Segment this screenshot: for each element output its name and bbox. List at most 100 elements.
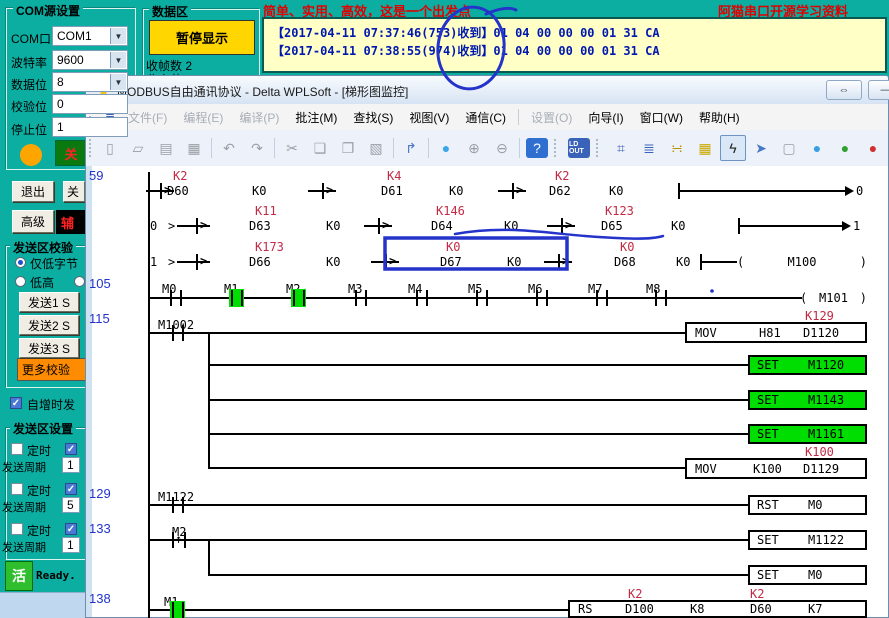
- com-field-value[interactable]: 0: [52, 94, 128, 114]
- menu-W[interactable]: 窗口(W): [632, 106, 691, 129]
- active-button[interactable]: 活: [5, 561, 33, 591]
- menu-S[interactable]: 查找(S): [345, 106, 401, 129]
- help-icon[interactable]: ?: [526, 138, 548, 158]
- undo-icon[interactable]: ↶: [216, 135, 242, 161]
- timer-checkbox[interactable]: [11, 523, 23, 535]
- period-label: 发送周期: [2, 459, 46, 475]
- send-button-1[interactable]: 发送1 S: [19, 292, 79, 312]
- advanced-button[interactable]: 高级: [12, 210, 54, 233]
- sfc-view-icon-glyph: ∺: [671, 140, 683, 157]
- timer-label: 定时: [27, 522, 51, 539]
- instruction-view-icon[interactable]: ≣: [636, 135, 662, 161]
- ld-out-icon[interactable]: LD OUT: [568, 138, 590, 158]
- monitor-toggle-icon[interactable]: ϟ: [720, 135, 746, 161]
- exit-button[interactable]: 退出: [12, 181, 54, 202]
- save-icon[interactable]: ▤: [153, 135, 179, 161]
- period-value-input[interactable]: 5: [62, 497, 80, 513]
- timer-checkbox-2[interactable]: ✓: [65, 483, 77, 495]
- zoom-window-icon-glyph: ●: [442, 140, 450, 156]
- com-field-label: 波特率: [11, 54, 47, 71]
- radio-third-partial[interactable]: [74, 276, 85, 287]
- undo-icon-glyph: ↶: [223, 140, 235, 157]
- network-icon[interactable]: ●: [832, 135, 858, 161]
- send-button-2[interactable]: 发送2 S: [19, 315, 79, 335]
- com-field-value[interactable]: 1: [52, 117, 128, 137]
- send-settings-title: 发送区设置: [10, 420, 76, 437]
- more-checksum-button[interactable]: 更多校验: [17, 358, 89, 381]
- close-button-2[interactable]: 关: [63, 181, 85, 202]
- period-value-input[interactable]: 1: [62, 537, 80, 553]
- com-close-button[interactable]: 关: [55, 140, 87, 166]
- combo-arrow-icon[interactable]: ▼: [110, 52, 126, 68]
- sfc-view-icon[interactable]: ∺: [664, 135, 690, 161]
- menu-V[interactable]: 视图(V): [401, 106, 457, 129]
- menu-P[interactable]: 编译(P): [231, 106, 287, 129]
- menu-I[interactable]: 向导(I): [580, 106, 631, 129]
- comment-table-icon[interactable]: ▦: [692, 135, 718, 161]
- window-title: MODBUS自由通讯协议 - Delta WPLSoft - [梯形图监控]: [117, 83, 408, 100]
- save-all-icon[interactable]: ▦: [181, 135, 207, 161]
- redo-icon[interactable]: ↷: [244, 135, 270, 161]
- auto-inc-checkbox[interactable]: ✓: [10, 397, 22, 409]
- paste-icon[interactable]: ❐: [335, 135, 361, 161]
- combo-arrow-icon[interactable]: ▼: [110, 28, 126, 44]
- send-button-3[interactable]: 发送3 S: [19, 338, 79, 358]
- edit-pointer-icon-glyph: ➤: [755, 140, 767, 157]
- combo-arrow-icon[interactable]: ▼: [110, 74, 126, 90]
- instruction-view-icon-glyph: ≣: [643, 140, 655, 157]
- cut-icon-glyph: ✂: [286, 140, 298, 157]
- period-label: 发送周期: [2, 499, 46, 515]
- toolbar-separator: [393, 138, 394, 158]
- title-bar[interactable]: MODBUS自由通讯协议 - Delta WPLSoft - [梯形图监控] ⇔…: [86, 76, 888, 105]
- device-monitor-icon-glyph: ●: [813, 140, 821, 156]
- period-value-input[interactable]: 1: [62, 457, 80, 473]
- cut-icon[interactable]: ✂: [279, 135, 305, 161]
- menu-O[interactable]: 设置(O): [523, 106, 580, 129]
- com-status-indicator: [20, 144, 42, 166]
- trace-icon-glyph: ↱: [405, 140, 417, 157]
- ladder-view-icon[interactable]: ⌗: [608, 135, 634, 161]
- receive-log[interactable]: 【2017-04-11 07:37:46(753)收到】01 04 00 00 …: [262, 17, 887, 73]
- com-field-value[interactable]: 8▼: [52, 72, 128, 92]
- menu-E[interactable]: 编程(E): [175, 106, 231, 129]
- toolbar-drag-handle[interactable]: [89, 139, 91, 157]
- timer-checkbox[interactable]: [11, 483, 23, 495]
- monitor-window-icon[interactable]: ▢: [776, 135, 802, 161]
- device-monitor-icon[interactable]: ●: [804, 135, 830, 161]
- menu-H[interactable]: 帮助(H): [691, 106, 748, 129]
- toolbar-separator: [428, 138, 429, 158]
- resize-window-button[interactable]: ⇔: [826, 80, 862, 100]
- zoom-out-icon[interactable]: ⊖: [489, 135, 515, 161]
- toolbar-drag-handle[interactable]: [596, 139, 602, 157]
- new-icon-glyph: ▯: [106, 140, 114, 157]
- zoom-window-icon[interactable]: ●: [433, 135, 459, 161]
- stop-icon[interactable]: ●: [860, 135, 886, 161]
- timer-checkbox[interactable]: [11, 443, 23, 455]
- pause-display-button[interactable]: 暂停显示: [149, 20, 255, 55]
- menu-C[interactable]: 通信(C): [457, 106, 514, 129]
- toolbar-separator: [274, 138, 275, 158]
- zoom-out-icon-glyph: ⊖: [496, 140, 508, 157]
- toolbar-items: ▯▱▤▦↶↷✂❏❐▧↱●⊕⊖?LD OUT⌗≣∺▦ϟ➤▢●●●▢▢⌖CODECO…: [96, 135, 888, 161]
- open-icon[interactable]: ▱: [125, 135, 151, 161]
- delete-icon[interactable]: ▧: [363, 135, 389, 161]
- edit-pointer-icon[interactable]: ➤: [748, 135, 774, 161]
- new-icon[interactable]: ▯: [97, 135, 123, 161]
- menu-F[interactable]: 文件(F): [120, 106, 175, 129]
- com-field-label: 校验位: [11, 98, 47, 115]
- radio-low-high[interactable]: [15, 276, 26, 287]
- minimize-window-button[interactable]: —: [868, 80, 889, 100]
- radio-low-high-label: 低高: [30, 274, 54, 291]
- com-field-value[interactable]: COM1▼: [52, 26, 128, 46]
- timer-checkbox-2[interactable]: ✓: [65, 523, 77, 535]
- trace-icon[interactable]: ↱: [398, 135, 424, 161]
- ladder-canvas[interactable]: [86, 166, 888, 617]
- toolbar-drag-handle[interactable]: [554, 139, 560, 157]
- menu-M[interactable]: 批注(M): [287, 106, 345, 129]
- radio-low-byte[interactable]: [15, 257, 26, 268]
- timer-checkbox-2[interactable]: ✓: [65, 443, 77, 455]
- com-field-value[interactable]: 9600▼: [52, 50, 128, 70]
- save-icon-glyph: ▤: [159, 140, 172, 157]
- zoom-in-icon[interactable]: ⊕: [461, 135, 487, 161]
- copy-icon[interactable]: ❏: [307, 135, 333, 161]
